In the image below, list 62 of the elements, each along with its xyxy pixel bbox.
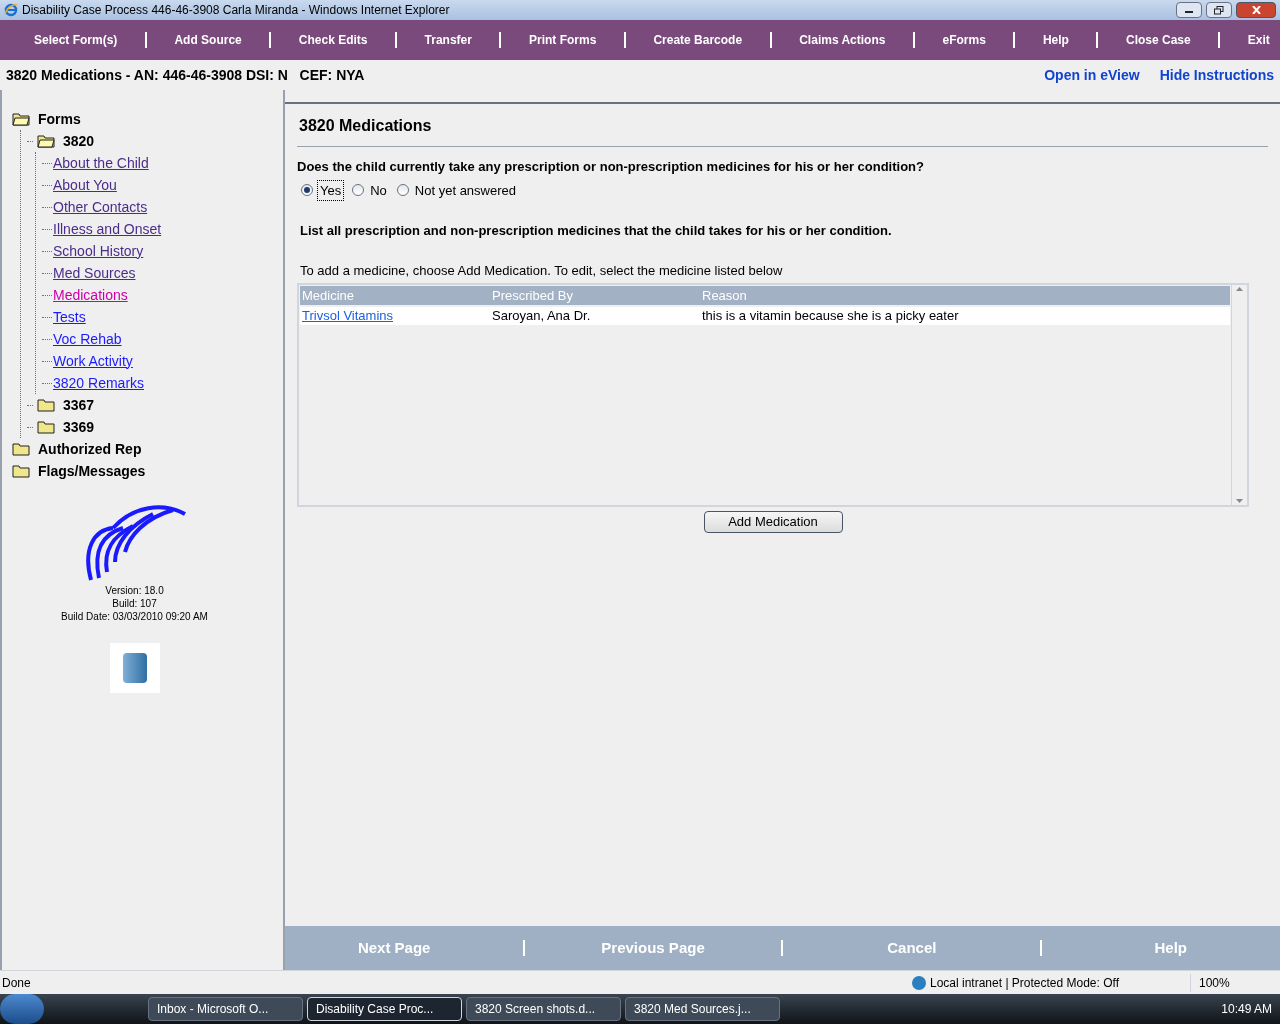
- menu-link[interactable]: Close Case: [1126, 31, 1191, 49]
- window-title: Disability Case Process 446-46-3908 Carla Miranda - Windows Internet Explorer: [22, 2, 451, 19]
- status-text: Done: [1, 974, 32, 992]
- taskbar-button[interactable]: 3820 Med Sources.j...: [625, 997, 780, 1021]
- start-button[interactable]: [0, 994, 44, 1024]
- zoom-text[interactable]: 100%: [1190, 973, 1280, 992]
- version-text: Build: 107: [112, 597, 157, 610]
- restore-icon: [1214, 5, 1224, 15]
- form-link[interactable]: Medications: [53, 284, 128, 306]
- scroll-up-icon[interactable]: [1236, 287, 1243, 291]
- folder-label[interactable]: 3369: [63, 416, 95, 438]
- form-link[interactable]: School History: [53, 240, 144, 262]
- clock-text: 10:49 AM: [1221, 1001, 1272, 1018]
- instruction-text: List all prescription and non-prescription medicines that the child takes for his or her condition.: [299, 222, 893, 240]
- close-icon: [1251, 6, 1261, 14]
- add-medication-button[interactable]: Add Medication: [703, 511, 843, 533]
- folder-label[interactable]: Authorized Rep: [38, 438, 142, 460]
- medicine-link[interactable]: Trivsol Vitamins: [300, 307, 488, 325]
- form-link[interactable]: 3820 Remarks: [53, 372, 145, 394]
- form-link[interactable]: Other Contacts: [53, 196, 148, 218]
- radio-option[interactable]: Not yet answered: [396, 180, 518, 200]
- close-button[interactable]: [1236, 2, 1276, 18]
- form-link[interactable]: Illness and Onset: [53, 218, 162, 240]
- menu-link[interactable]: Create Barcode: [653, 31, 743, 49]
- form-link[interactable]: Tests: [53, 306, 86, 328]
- menu-link[interactable]: Claims Actions: [799, 31, 886, 49]
- table-cell-text: Saroyan, Ana Dr.: [491, 307, 592, 325]
- restore-button[interactable]: [1206, 2, 1232, 18]
- menu-link[interactable]: Help: [1042, 31, 1069, 49]
- folder-label[interactable]: Forms: [38, 108, 81, 130]
- form-link[interactable]: Work Activity: [53, 350, 133, 372]
- form-link[interactable]: About You: [53, 174, 117, 196]
- hint-text: To add a medicine, choose Add Medication. To edit, select the medicine listed below: [299, 261, 784, 280]
- version-text: Build Date: 03/03/2010 09:20 AM: [61, 610, 208, 623]
- header-link[interactable]: Open in eView: [1044, 64, 1140, 86]
- table-cell-text: this is a vitamin because she is a picky eater: [701, 307, 960, 325]
- browser-icon: [4, 3, 18, 17]
- zone-text: Local intranet | Protected Mode: Off: [930, 974, 1120, 992]
- minimize-button[interactable]: [1176, 2, 1202, 18]
- folder-label[interactable]: 3367: [63, 394, 95, 416]
- radio-option[interactable]: No: [352, 180, 389, 200]
- menu-link[interactable]: Select Form(s): [34, 31, 118, 49]
- folder-label[interactable]: Flags/Messages: [38, 460, 146, 482]
- taskbar-button[interactable]: 3820 Screen shots.d...: [466, 997, 621, 1021]
- taskbar-button[interactable]: Disability Case Proc...: [307, 997, 462, 1021]
- folder-label[interactable]: 3820: [63, 130, 95, 152]
- form-title: 3820 Medications: [298, 116, 433, 136]
- menu-link[interactable]: eForms: [942, 31, 986, 49]
- question-text: Does the child currently take any prescription or non-prescription medicines for his or her condition?: [297, 158, 925, 176]
- taskbar-button[interactable]: Inbox - Microsoft O...: [148, 997, 303, 1021]
- menu-link[interactable]: Check Edits: [298, 31, 368, 49]
- header-link[interactable]: Hide Instructions: [1159, 64, 1274, 86]
- form-link[interactable]: About the Child: [53, 152, 149, 174]
- version-text: Version: 18.0: [105, 584, 164, 597]
- menu-link[interactable]: Print Forms: [529, 31, 597, 49]
- scroll-down-icon[interactable]: [1236, 499, 1243, 503]
- form-link[interactable]: Voc Rehab: [53, 328, 122, 350]
- form-link[interactable]: Med Sources: [53, 262, 136, 284]
- case-info: 3820 Medications - AN: 446-46-3908 DSI: N CEF: NYA: [6, 65, 366, 85]
- menu-link[interactable]: Add Source: [174, 31, 242, 49]
- menu-link[interactable]: Exit: [1247, 31, 1270, 49]
- menu-link[interactable]: Transfer: [424, 31, 472, 49]
